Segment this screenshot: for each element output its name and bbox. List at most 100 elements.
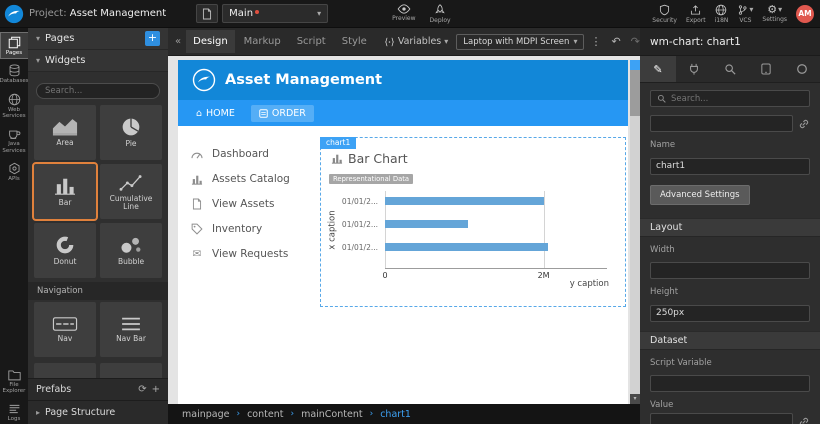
rail-label: Web Services: [1, 107, 28, 120]
name-label: Name: [650, 140, 810, 150]
tab-properties[interactable]: ✎: [640, 56, 676, 82]
settings-label: Settings: [762, 16, 787, 23]
advanced-settings-button[interactable]: Advanced Settings: [650, 185, 750, 205]
nav-item-home[interactable]: ⌂ HOME: [188, 105, 243, 122]
tab-theme[interactable]: [784, 56, 820, 82]
menu-item-inventory[interactable]: Inventory: [190, 223, 290, 235]
tab-markup[interactable]: Markup: [237, 30, 288, 53]
script-variable-label: Script Variable: [650, 358, 810, 368]
name-input[interactable]: [650, 158, 810, 175]
i18n-button[interactable]: i18N: [715, 4, 729, 24]
scrollbar-down-button[interactable]: ▾: [630, 394, 640, 404]
widget-tile-area[interactable]: Area: [34, 105, 96, 160]
breadcrumb-item-active[interactable]: chart1: [380, 409, 411, 420]
variables-icon: [384, 37, 395, 47]
menu-item-label: Inventory: [212, 223, 262, 235]
deploy-label: Deploy: [430, 17, 451, 24]
refresh-icon[interactable]: ⟳: [138, 384, 146, 395]
selection-tag[interactable]: chart1: [320, 137, 356, 149]
rail-item-java-services[interactable]: Java Services: [1, 124, 28, 156]
device-selector[interactable]: Laptop with MDPI Screen ▾: [456, 34, 584, 50]
pencil-icon: ✎: [653, 63, 662, 76]
variables-dropdown[interactable]: Variables ▾: [384, 36, 448, 47]
selected-widget-title: wm-chart: chart1: [650, 36, 741, 48]
undo-icon[interactable]: ↶: [607, 35, 624, 48]
gear-icon: ⚙: [767, 4, 777, 15]
canvas-scrollbar[interactable]: ▾: [630, 60, 640, 404]
rail-item-logs[interactable]: Logs: [1, 400, 28, 424]
property-search-input[interactable]: [671, 94, 803, 104]
scrollbar-thumb[interactable]: [630, 70, 640, 116]
menu-item-dashboard[interactable]: Dashboard: [190, 148, 290, 160]
rail-item-databases[interactable]: Databases: [1, 61, 28, 86]
rail-item-apis[interactable]: APIs: [1, 159, 28, 184]
widget-tile-nav-bar[interactable]: Nav Bar: [100, 302, 162, 357]
add-page-button[interactable]: +: [145, 31, 160, 46]
widget-tile-bubble[interactable]: Bubble: [100, 223, 162, 278]
pages-section-label: Pages: [45, 33, 140, 44]
tab-script[interactable]: Script: [290, 30, 333, 53]
widget-tile-nav[interactable]: Nav: [34, 302, 96, 357]
script-variable-input[interactable]: [650, 375, 810, 392]
chart-y-axis-caption: x caption: [328, 210, 338, 249]
bind-link-icon[interactable]: [798, 416, 810, 424]
breadcrumb-item[interactable]: mainContent: [301, 409, 363, 420]
chevron-down-icon: ▾: [778, 5, 782, 14]
prefabs-section-header[interactable]: Prefabs ⟳ +: [28, 378, 168, 400]
shield-icon: [659, 4, 670, 16]
conditional-class-input[interactable]: [650, 115, 793, 132]
tab-style[interactable]: Style: [335, 30, 374, 53]
deploy-button[interactable]: Deploy: [430, 4, 451, 24]
tab-design[interactable]: Design: [186, 30, 235, 53]
widget-tile-bar[interactable]: Bar: [34, 164, 96, 219]
add-prefab-icon[interactable]: +: [152, 384, 160, 395]
folder-icon: [8, 369, 21, 381]
menu-item-view-requests[interactable]: ✉ View Requests: [190, 248, 290, 260]
tab-styles[interactable]: [676, 56, 712, 82]
settings-button[interactable]: ⚙ ▾ Settings: [762, 4, 787, 23]
rail-label: File Explorer: [1, 382, 28, 395]
rail-label: Databases: [0, 78, 29, 84]
preview-button[interactable]: Preview: [392, 4, 415, 24]
user-avatar[interactable]: AM: [796, 5, 814, 23]
breadcrumb-item[interactable]: mainpage: [182, 409, 229, 420]
value-input[interactable]: [650, 413, 793, 424]
widget-search-input[interactable]: [36, 83, 160, 99]
rail-item-web-services[interactable]: Web Services: [1, 90, 28, 122]
pages-section-header[interactable]: ▾ Pages +: [28, 28, 168, 50]
scrollbar-up-button[interactable]: [630, 60, 640, 70]
height-label: Height: [650, 287, 810, 297]
preview-page: Asset Management ⌂ HOME ORDER Dash: [178, 60, 628, 404]
width-input[interactable]: [650, 262, 810, 279]
security-button[interactable]: Security: [652, 4, 677, 24]
home-icon: ⌂: [196, 108, 202, 119]
page-structure-section-header[interactable]: ▸ Page Structure: [28, 400, 168, 424]
export-button[interactable]: Export: [686, 4, 706, 24]
widget-tile-pie[interactable]: Pie: [100, 105, 162, 160]
collapse-panel-icon[interactable]: «: [172, 36, 184, 47]
export-icon: [690, 4, 701, 16]
tab-events[interactable]: [712, 56, 748, 82]
tab-device[interactable]: [748, 56, 784, 82]
security-label: Security: [652, 17, 677, 24]
chart-widget-selection[interactable]: chart1 Bar Chart Representational Data x…: [320, 137, 626, 307]
category-label: 01/01/2...: [342, 243, 378, 252]
menu-item-view-assets[interactable]: View Assets: [190, 198, 290, 210]
vcs-button[interactable]: ▾ VCS: [737, 4, 753, 24]
widgets-section-header[interactable]: ▾ Widgets: [28, 50, 168, 72]
bind-link-icon[interactable]: [798, 118, 810, 130]
dataset-section-header: Dataset: [640, 331, 820, 350]
kebab-menu-icon[interactable]: ⋮: [586, 35, 605, 48]
chevron-down-icon: ▾: [36, 34, 40, 43]
rail-item-file-explorer[interactable]: File Explorer: [1, 366, 28, 397]
cumulative-line-icon: [119, 172, 143, 192]
widget-tile-donut[interactable]: Donut: [34, 223, 96, 278]
height-input[interactable]: [650, 305, 810, 322]
nav-item-order[interactable]: ORDER: [251, 105, 314, 122]
page-icon[interactable]: [196, 4, 218, 23]
breadcrumb-item[interactable]: content: [247, 409, 283, 420]
widget-tile-cumulative-line[interactable]: Cumulative Line: [100, 164, 162, 219]
menu-item-assets-catalog[interactable]: Assets Catalog: [190, 173, 290, 185]
rail-item-pages[interactable]: Pages: [1, 33, 28, 58]
page-selector-dropdown[interactable]: Main ▾: [222, 4, 328, 23]
